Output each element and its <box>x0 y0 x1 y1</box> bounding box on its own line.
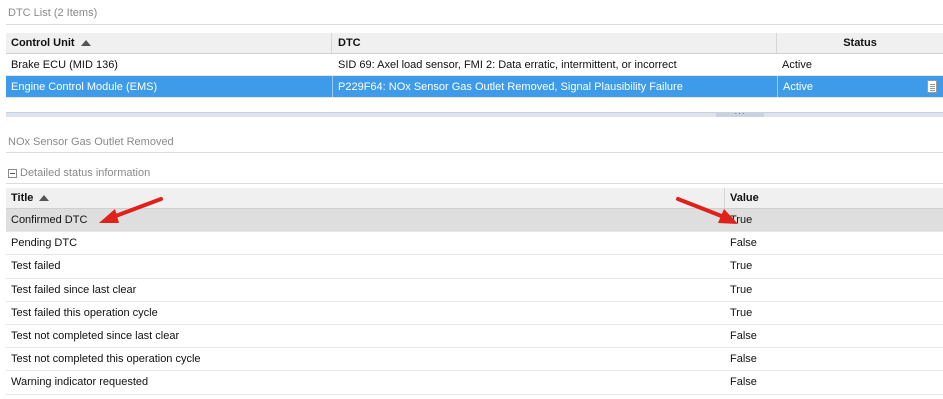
dtc-table-header: Control Unit DTC Status <box>6 33 943 54</box>
table-row[interactable]: Test not completed since last clear Fals… <box>6 325 943 349</box>
dtc-table: Control Unit DTC Status Brake ECU (MID 1… <box>6 33 943 98</box>
dtc-cell-control-unit: Engine Control Module (EMS) <box>11 80 158 93</box>
table-row[interactable]: Test failed True <box>6 255 943 279</box>
table-row[interactable]: Pending DTC False <box>6 232 943 256</box>
status-cell-title: Test not completed this operation cycle <box>11 353 201 366</box>
divider <box>6 152 943 153</box>
status-cell-title: Confirmed DTC <box>11 214 88 227</box>
detailed-status-section-label: Detailed status information <box>20 167 151 179</box>
dtc-cell-status: Active <box>782 58 812 71</box>
table-row[interactable]: Confirmed DTC True <box>6 209 943 233</box>
status-cell-title: Test failed since last clear <box>11 283 137 296</box>
status-cell-value: True <box>730 214 753 227</box>
panel-splitter[interactable]: ··· <box>6 110 943 118</box>
sort-ascending-icon <box>39 195 50 201</box>
column-header-control-unit-label: Control Unit <box>11 37 75 49</box>
status-cell-value: False <box>730 330 757 343</box>
status-table-header: Title Value <box>6 188 943 209</box>
table-row[interactable]: Test failed this operation cycle True <box>6 302 943 325</box>
status-cell-value: False <box>730 237 757 250</box>
table-row[interactable]: Warning indicator requested False <box>6 371 943 395</box>
status-cell-value: True <box>730 283 753 296</box>
column-header-dtc-label: DTC <box>338 37 361 49</box>
collapse-minus-icon[interactable] <box>8 168 17 178</box>
dtc-row[interactable]: Brake ECU (MID 136) SID 69: Axel load se… <box>6 54 943 76</box>
status-cell-value: False <box>730 353 757 366</box>
status-cell-title: Pending DTC <box>11 237 78 250</box>
dtc-cell-status: Active <box>777 76 943 97</box>
column-header-status[interactable]: Status <box>777 33 943 53</box>
column-header-dtc[interactable]: DTC <box>332 33 777 53</box>
column-header-control-unit[interactable]: Control Unit <box>6 33 332 53</box>
dtc-list-title: DTC List (2 Items) <box>8 7 98 19</box>
status-cell-value: False <box>730 376 757 389</box>
dtc-row-selected[interactable]: Engine Control Module (EMS) P229F64: NOx… <box>6 76 943 98</box>
divider <box>6 183 943 184</box>
status-cell-title: Test failed <box>11 260 61 273</box>
status-table: Title Value Confirmed DTC True Pending D… <box>6 188 943 395</box>
status-cell-value: True <box>730 260 753 273</box>
dtc-cell-dtc: P229F64: NOx Sensor Gas Outlet Removed, … <box>332 76 777 97</box>
divider <box>6 24 943 25</box>
status-cell-title: Warning indicator requested <box>11 376 149 389</box>
dtc-cell-status-label: Active <box>783 80 813 93</box>
status-cell-value: True <box>730 306 753 319</box>
detail-title: NOx Sensor Gas Outlet Removed <box>8 136 174 148</box>
detailed-status-section-toggle[interactable]: Detailed status information <box>8 167 150 179</box>
dtc-cell-control-unit: Brake ECU (MID 136) <box>11 58 118 71</box>
table-row[interactable]: Test not completed this operation cycle … <box>6 348 943 372</box>
column-header-value-label: Value <box>730 192 759 204</box>
document-icon[interactable] <box>927 80 937 93</box>
column-header-value[interactable]: Value <box>725 188 943 208</box>
status-cell-title: Test failed this operation cycle <box>11 306 158 319</box>
column-header-title-label: Title <box>11 192 34 204</box>
column-header-status-label: Status <box>843 37 877 49</box>
splitter-grip[interactable]: ··· <box>716 110 764 118</box>
table-row[interactable]: Test failed since last clear True <box>6 279 943 302</box>
status-cell-title: Test not completed since last clear <box>11 330 180 343</box>
sort-ascending-icon <box>80 40 91 46</box>
dtc-cell-dtc: SID 69: Axel load sensor, FMI 2: Data er… <box>338 58 677 71</box>
column-header-title[interactable]: Title <box>6 188 725 208</box>
